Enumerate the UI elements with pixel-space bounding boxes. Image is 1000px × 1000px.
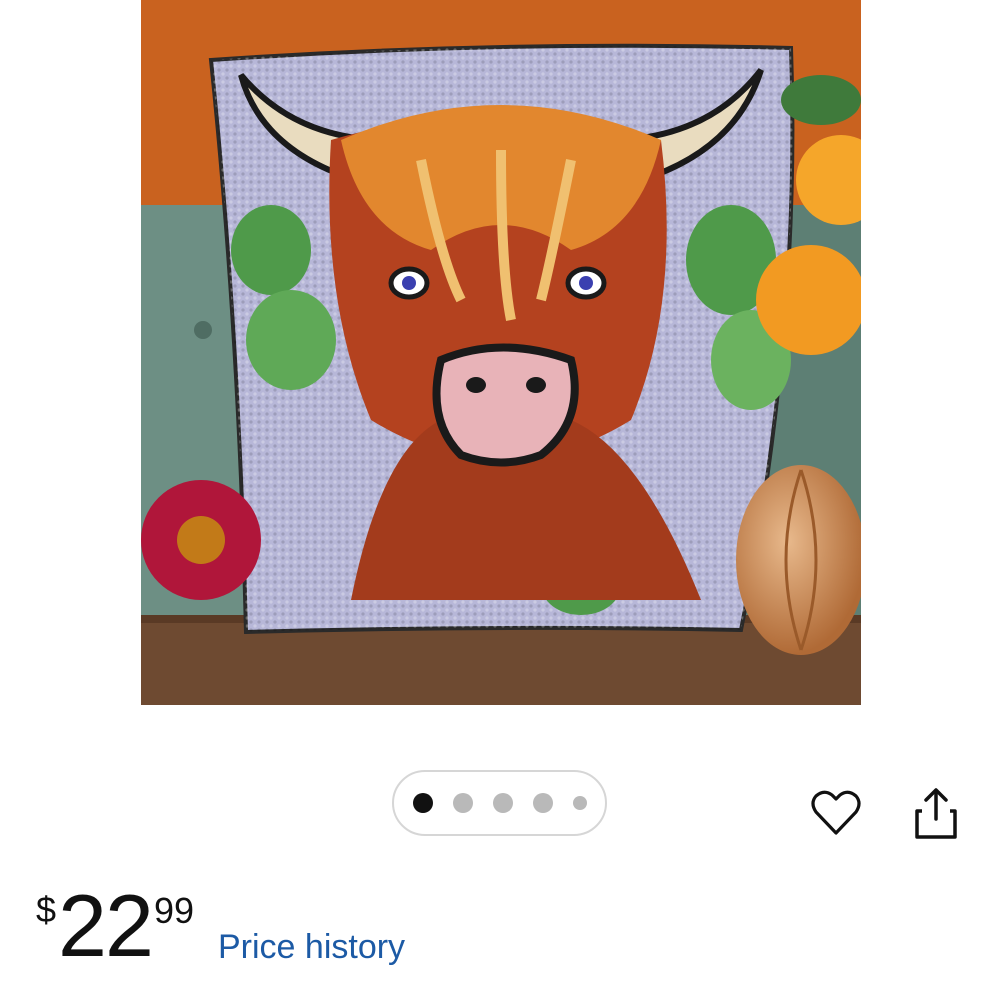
carousel-dot-1[interactable] [412, 793, 433, 813]
carousel-dot-5[interactable] [572, 796, 587, 810]
carousel-dot-3[interactable] [492, 793, 513, 813]
price-dollars: 22 [58, 876, 154, 975]
carousel-dot-4[interactable] [532, 793, 553, 813]
price-history-link[interactable]: Price history [218, 930, 405, 964]
product-image[interactable] [141, 0, 861, 705]
price-cents: 99 [154, 890, 195, 931]
carousel-dot-2[interactable] [452, 793, 473, 813]
price-currency: $ [36, 889, 57, 930]
heart-outline-icon[interactable] [808, 785, 864, 841]
image-carousel-indicator[interactable] [392, 770, 607, 836]
share-icon[interactable] [910, 785, 962, 841]
